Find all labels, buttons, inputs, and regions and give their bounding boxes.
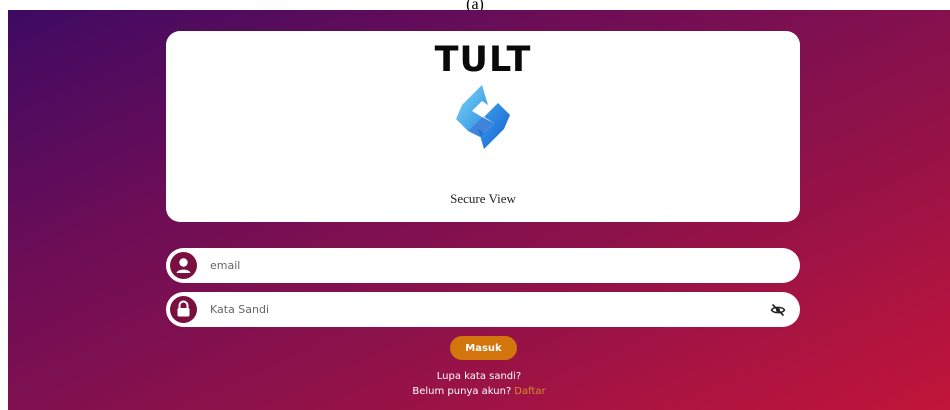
no-account-text: Belum punya akun? <box>412 386 512 397</box>
brand-title: TULT <box>434 40 532 80</box>
forgot-password-link[interactable]: Lupa kata sandi? <box>8 371 950 382</box>
eye-slash-icon[interactable] <box>770 302 786 318</box>
signup-prompt: Belum punya akun? Daftar <box>8 386 950 397</box>
login-button[interactable]: Masuk <box>450 336 517 360</box>
secure-view-logo-icon <box>456 85 510 149</box>
signup-link[interactable]: Daftar <box>514 386 545 397</box>
password-input[interactable]: Kata Sandi <box>210 292 269 327</box>
email-input[interactable]: email <box>210 248 240 283</box>
login-screen: TULT Secure View email Kata Sandi Masuk … <box>8 10 950 410</box>
email-field[interactable]: email <box>166 248 800 283</box>
user-icon <box>170 252 197 279</box>
brand-subtitle: Secure View <box>450 191 516 206</box>
figure-caption: (a) <box>0 0 950 10</box>
logo-card: TULT Secure View <box>166 31 800 222</box>
lock-icon <box>170 296 197 323</box>
password-field[interactable]: Kata Sandi <box>166 292 800 327</box>
